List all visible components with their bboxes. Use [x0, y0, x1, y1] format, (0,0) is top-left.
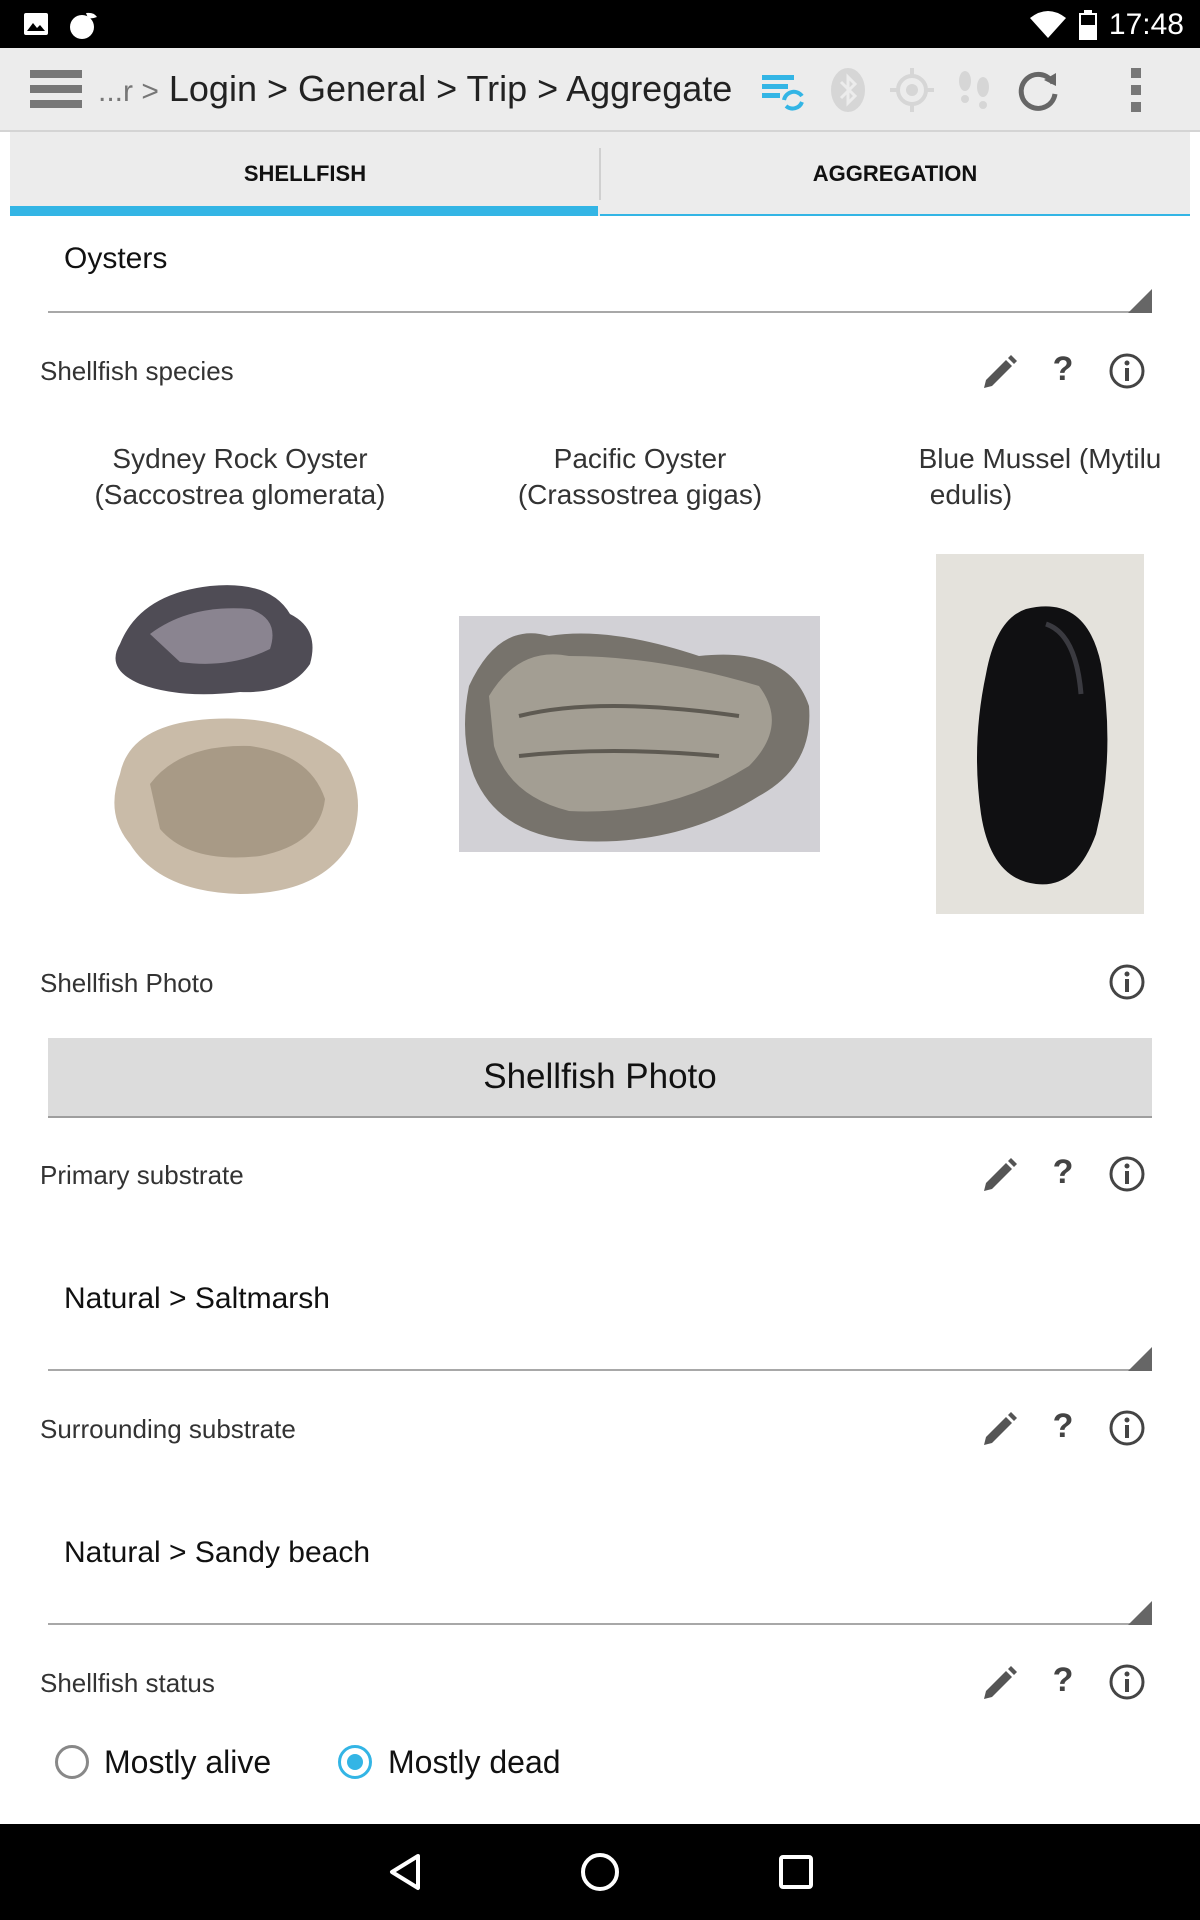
help-icon[interactable]: ? [1044, 1407, 1082, 1446]
dropdown-corner-icon[interactable] [1128, 289, 1152, 313]
status-bar: 17:48 [0, 0, 1200, 48]
surrounding-substrate-underline [48, 1623, 1152, 1625]
breadcrumb-prefix: ...r > [98, 75, 159, 108]
status-time: 17:48 [1108, 8, 1184, 41]
radio-mostly-alive[interactable] [55, 1745, 89, 1779]
species-name-line1: Blue Mussel (Mytilu [918, 443, 1162, 474]
active-tab-indicator [10, 206, 598, 216]
help-icon[interactable]: ? [1044, 1153, 1082, 1192]
overflow-menu-icon[interactable] [1112, 66, 1160, 114]
species-name-line1: Pacific Oyster [553, 443, 727, 474]
bluetooth-icon[interactable] [824, 66, 872, 114]
info-icon[interactable] [1108, 1155, 1146, 1193]
primary-substrate-label: Primary substrate [40, 1160, 244, 1190]
info-icon[interactable] [1108, 963, 1146, 1001]
species-label: Shellfish species [40, 356, 234, 386]
help-icon[interactable]: ? [1044, 1661, 1082, 1700]
breadcrumb[interactable]: ...r > Login > General > Trip > Aggregat… [98, 68, 732, 110]
dropdown-corner-icon[interactable] [1128, 1601, 1152, 1625]
help-icon[interactable]: ? [1044, 350, 1082, 389]
primary-substrate-underline [48, 1369, 1152, 1371]
tab-aggregation[interactable]: AGGREGATION [600, 132, 1190, 216]
sync-settings-icon[interactable] [758, 66, 806, 114]
info-icon[interactable] [1108, 1409, 1146, 1447]
pencil-icon[interactable] [980, 1409, 1018, 1447]
species-option-sydney-rock-oyster[interactable]: Sydney Rock Oyster (Saccostrea glomerata… [40, 441, 440, 513]
home-icon[interactable] [578, 1850, 622, 1894]
sydney-rock-oyster-image[interactable] [100, 574, 380, 904]
species-option-blue-mussel[interactable]: Blue Mussel (Mytilu edulis) [860, 441, 1200, 513]
hamburger-icon[interactable] [30, 70, 82, 110]
navigation-bar [0, 1824, 1200, 1920]
toolbar: ...r > Login > General > Trip > Aggregat… [0, 48, 1200, 132]
info-icon[interactable] [1108, 1663, 1146, 1701]
species-name-line2: edulis) [929, 479, 1013, 510]
wifi-icon [1030, 11, 1066, 38]
battery-icon [1079, 10, 1097, 40]
primary-substrate-select[interactable]: Natural > Saltmarsh [64, 1282, 330, 1316]
pacific-oyster-image[interactable] [459, 616, 820, 852]
species-name-line2: (Saccostrea glomerata) [94, 479, 386, 510]
surrounding-substrate-label: Surrounding substrate [40, 1414, 296, 1444]
pencil-icon[interactable] [980, 1155, 1018, 1193]
tab-shellfish[interactable]: SHELLFISH [10, 132, 600, 216]
category-select-underline [48, 311, 1152, 313]
breadcrumb-path: Login > General > Trip > Aggregate [168, 68, 733, 109]
species-option-pacific-oyster[interactable]: Pacific Oyster (Crassostrea gigas) [440, 441, 840, 513]
tab-bar: SHELLFISH AGGREGATION [10, 132, 1190, 216]
radio-mostly-dead[interactable] [338, 1745, 372, 1779]
pencil-icon[interactable] [980, 1663, 1018, 1701]
dropdown-corner-icon[interactable] [1128, 1347, 1152, 1371]
radio-label-mostly-alive[interactable]: Mostly alive [104, 1744, 271, 1781]
species-name-line2: (Crassostrea gigas) [517, 479, 763, 510]
blue-mussel-image[interactable] [936, 554, 1144, 914]
footsteps-icon[interactable] [950, 66, 998, 114]
gallery-notification-icon [24, 13, 48, 35]
radio-label-mostly-dead[interactable]: Mostly dead [388, 1744, 561, 1781]
shellfish-status-label: Shellfish status [40, 1668, 215, 1698]
surrounding-substrate-select[interactable]: Natural > Sandy beach [64, 1536, 370, 1570]
gps-icon[interactable] [888, 66, 936, 114]
shellfish-photo-button[interactable]: Shellfish Photo [48, 1038, 1152, 1118]
photo-label: Shellfish Photo [40, 968, 214, 998]
info-icon[interactable] [1108, 352, 1146, 390]
recents-icon[interactable] [774, 1850, 818, 1894]
species-name-line1: Sydney Rock Oyster [112, 443, 368, 474]
category-select-value[interactable]: Oysters [64, 242, 167, 276]
app-notification-icon [70, 12, 97, 39]
tab-underline [600, 214, 1190, 216]
back-icon[interactable] [384, 1850, 428, 1894]
pencil-icon[interactable] [980, 352, 1018, 390]
refresh-icon[interactable] [1014, 66, 1062, 114]
